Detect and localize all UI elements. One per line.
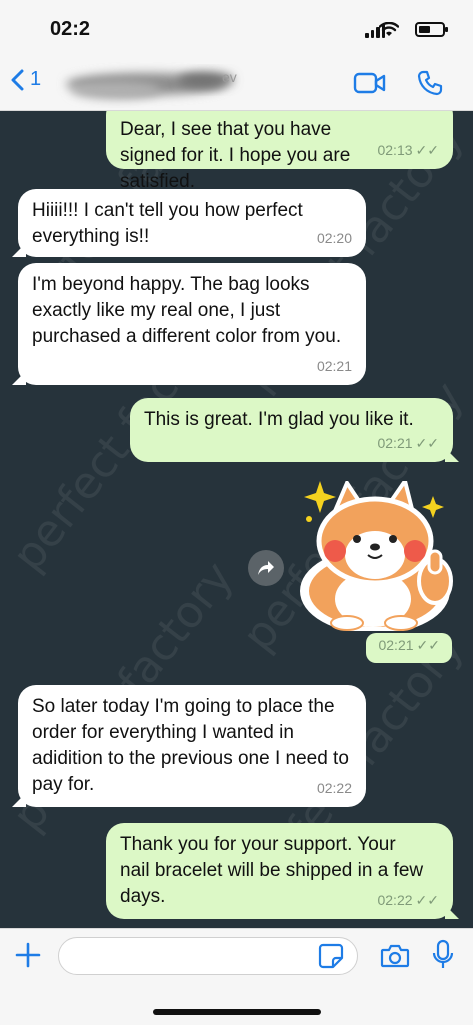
message-bubble-incoming[interactable]: Hiiii!!! I can't tell you how perfect ev… <box>12 189 366 257</box>
contact-name[interactable]: ev <box>56 62 256 108</box>
message-timestamp: 02:13 ✓✓ <box>377 137 439 163</box>
status-time: 02:2 <box>50 18 91 40</box>
back-button[interactable]: 1 <box>10 68 41 91</box>
read-receipt-icon: ✓✓ <box>415 142 439 158</box>
compose-bar <box>0 928 473 1025</box>
read-receipt-icon: ✓✓ <box>415 892 439 908</box>
message-timestamp: 02:21 ✓✓ <box>377 430 439 456</box>
message-timestamp: 02:22 <box>316 780 352 796</box>
message-timestamp: 02:22 ✓✓ <box>377 887 439 913</box>
read-receipt-icon: ✓✓ <box>416 637 440 653</box>
message-timestamp: 02:20 <box>316 230 352 246</box>
microphone-icon[interactable] <box>432 939 454 971</box>
plus-icon[interactable] <box>14 941 42 969</box>
message-bubble-outgoing[interactable]: Dear, I see that you have signed for it.… <box>106 111 453 192</box>
contact-name-fragment: ev <box>222 69 237 85</box>
battery-icon <box>415 22 448 37</box>
message-text: Hiiii!!! I can't tell you how perfect ev… <box>32 200 303 247</box>
video-call-icon[interactable] <box>353 71 387 95</box>
sticker-icon[interactable] <box>318 943 344 969</box>
shiba-thumbs-up-sticker[interactable] <box>295 481 455 631</box>
message-input[interactable] <box>58 937 358 975</box>
read-receipt-icon: ✓✓ <box>415 435 439 451</box>
camera-icon[interactable] <box>380 943 410 969</box>
chat-header: 1 ev <box>0 58 473 111</box>
status-bar: 02:2 <box>0 0 473 58</box>
message-bubble-incoming[interactable]: I'm beyond happy. The bag looks exactly … <box>12 263 366 385</box>
message-timestamp: 02:21 <box>316 358 352 374</box>
message-text: I'm beyond happy. The bag looks exactly … <box>32 274 342 347</box>
message-list[interactable]: perfect factory perfect factory perfect … <box>0 111 473 928</box>
message-bubble-outgoing[interactable]: This is great. I'm glad you like it. 02:… <box>130 398 459 462</box>
forward-button[interactable] <box>248 550 284 586</box>
message-bubble-incoming[interactable]: So later today I'm going to place the or… <box>12 685 366 807</box>
home-indicator <box>153 1009 321 1015</box>
forward-icon <box>258 561 274 575</box>
unread-count: 1 <box>30 68 42 90</box>
message-text: Dear, I see that you have signed for it.… <box>120 119 351 192</box>
wifi-icon <box>379 22 399 36</box>
sticker-timestamp: 02:21 ✓✓ <box>366 633 452 663</box>
chevron-left-icon <box>11 69 24 90</box>
message-text: So later today I'm going to place the or… <box>32 696 349 795</box>
phone-call-icon[interactable] <box>417 70 443 96</box>
message-bubble-outgoing[interactable]: Thank you for your support. Your nail br… <box>106 823 459 919</box>
